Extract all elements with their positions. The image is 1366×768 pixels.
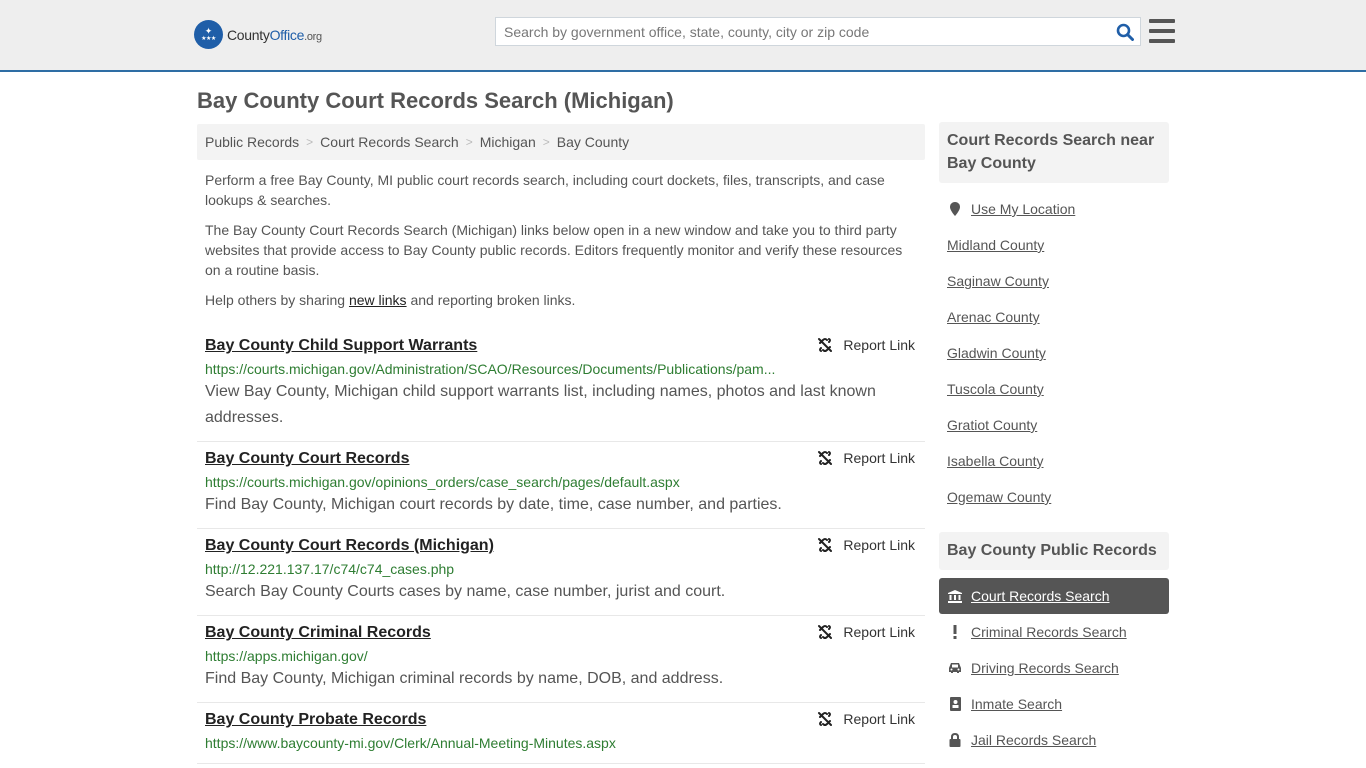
result-description: Find Bay County, Michigan criminal recor… [205, 670, 724, 687]
car-icon [947, 662, 963, 674]
nearby-county-link[interactable]: Gratiot County [947, 417, 1037, 433]
result-url: http://12.221.137.17/c74/c74_cases.php [205, 561, 455, 577]
site-header: ✦ ★★★ CountyOffice.org [0, 0, 1366, 72]
nearby-county-link[interactable]: Tuscola County [947, 381, 1044, 397]
nearby-county-item: Ogemaw County [939, 479, 1169, 515]
logo-eagle-icon: ✦ ★★★ [194, 20, 223, 49]
nearby-county-link[interactable]: Saginaw County [947, 273, 1049, 289]
result-item: Bay County Probate Records Report Link h… [197, 703, 925, 764]
result-title-link[interactable]: Bay County Court Records [205, 449, 409, 469]
result-item: Bay County Court Records (Michigan) Repo… [197, 529, 925, 616]
result-title-link[interactable]: Bay County Criminal Records [205, 623, 431, 643]
result-title-link[interactable]: Bay County Court Records (Michigan) [205, 536, 494, 556]
result-item: Bay County Child Support Warrants Report… [197, 329, 925, 442]
nearby-county-item: Gratiot County [939, 407, 1169, 443]
breadcrumb-separator: > [306, 135, 314, 149]
main-content: Public Records > Court Records Search > … [197, 124, 925, 764]
report-link-button[interactable]: Report Link [817, 711, 915, 727]
report-link-button[interactable]: Report Link [817, 624, 915, 640]
breadcrumb-public-records[interactable]: Public Records [205, 134, 299, 150]
result-url: https://courts.michigan.gov/Administrati… [205, 361, 776, 377]
driving-records-search-link[interactable]: Driving Records Search [971, 660, 1119, 676]
result-url: https://apps.michigan.gov/ [205, 648, 368, 664]
nearby-county-item: Gladwin County [939, 335, 1169, 371]
result-item: Bay County Criminal Records Report Link … [197, 616, 925, 703]
public-records-heading: Bay County Public Records [939, 532, 1169, 570]
result-url: https://courts.michigan.gov/opinions_ord… [205, 474, 680, 490]
nearby-county-link[interactable]: Midland County [947, 237, 1044, 253]
court-records-search-link[interactable]: Court Records Search [971, 588, 1110, 604]
logo-text: CountyOffice.org [227, 26, 322, 43]
broken-link-icon [818, 451, 833, 465]
criminal-records-search-link[interactable]: Criminal Records Search [971, 624, 1127, 640]
search-button[interactable] [1110, 18, 1140, 45]
nearby-county-link[interactable]: Ogemaw County [947, 489, 1051, 505]
intro-paragraph: The Bay County Court Records Search (Mic… [205, 222, 903, 278]
result-description: Find Bay County, Michigan court records … [205, 496, 782, 513]
map-marker-icon [947, 202, 963, 216]
menu-bar [1149, 29, 1175, 33]
nearby-county-item: Midland County [939, 227, 1169, 263]
breadcrumb: Public Records > Court Records Search > … [197, 124, 925, 160]
intro-text: Perform a free Bay County, MI public cou… [197, 170, 925, 310]
broken-link-icon [818, 338, 833, 352]
sidebar-item-court-records-search[interactable]: Court Records Search [939, 578, 1169, 614]
nearby-heading: Court Records Search near Bay County [939, 122, 1169, 183]
id-badge-icon [947, 697, 963, 711]
search-icon [1116, 23, 1134, 41]
nearby-county-item: Arenac County [939, 299, 1169, 335]
nearby-list: Use My Location Midland County Saginaw C… [939, 191, 1169, 515]
report-link-button[interactable]: Report Link [817, 537, 915, 553]
menu-bar [1149, 19, 1175, 23]
courthouse-icon [947, 589, 963, 603]
nearby-county-link[interactable]: Gladwin County [947, 345, 1046, 361]
sidebar: Court Records Search near Bay County Use… [939, 122, 1169, 758]
broken-link-icon [818, 538, 833, 552]
nearby-county-link[interactable]: Arenac County [947, 309, 1040, 325]
menu-bar [1149, 39, 1175, 43]
use-my-location-link[interactable]: Use My Location [971, 201, 1075, 217]
broken-link-icon [818, 712, 833, 726]
nearby-county-item: Isabella County [939, 443, 1169, 479]
share-links-paragraph: Help others by sharing new links and rep… [205, 292, 576, 308]
page-title: Bay County Court Records Search (Michiga… [197, 88, 674, 113]
public-records-list: Court Records Search Criminal Records Se… [939, 578, 1169, 758]
report-link-button[interactable]: Report Link [817, 337, 915, 353]
exclamation-icon [947, 625, 963, 639]
sidebar-item-inmate-search[interactable]: Inmate Search [939, 686, 1169, 722]
jail-records-search-link[interactable]: Jail Records Search [971, 732, 1096, 748]
nearby-county-item: Tuscola County [939, 371, 1169, 407]
result-url: https://www.baycounty-mi.gov/Clerk/Annua… [205, 735, 616, 751]
intro-paragraph: Perform a free Bay County, MI public cou… [205, 172, 885, 208]
nearby-county-link[interactable]: Isabella County [947, 453, 1044, 469]
site-logo[interactable]: ✦ ★★★ CountyOffice.org [194, 20, 322, 49]
breadcrumb-separator: > [465, 135, 473, 149]
breadcrumb-separator: > [542, 135, 550, 149]
use-my-location-item: Use My Location [939, 191, 1169, 227]
search-bar [495, 17, 1141, 46]
search-input[interactable] [496, 18, 1110, 45]
result-item: Bay County Court Records Report Link htt… [197, 442, 925, 529]
result-title-link[interactable]: Bay County Probate Records [205, 710, 426, 730]
nearby-county-item: Saginaw County [939, 263, 1169, 299]
breadcrumb-michigan[interactable]: Michigan [480, 134, 536, 150]
result-description: Search Bay County Courts cases by name, … [205, 583, 726, 600]
report-link-button[interactable]: Report Link [817, 450, 915, 466]
breadcrumb-bay-county[interactable]: Bay County [557, 134, 629, 150]
sidebar-item-criminal-records-search[interactable]: Criminal Records Search [939, 614, 1169, 650]
sidebar-item-jail-records-search[interactable]: Jail Records Search [939, 722, 1169, 758]
lock-icon [947, 733, 963, 747]
hamburger-menu-button[interactable] [1149, 19, 1175, 43]
new-links-link[interactable]: new links [349, 292, 407, 308]
sidebar-item-driving-records-search[interactable]: Driving Records Search [939, 650, 1169, 686]
broken-link-icon [818, 625, 833, 639]
breadcrumb-court-records-search[interactable]: Court Records Search [320, 134, 459, 150]
inmate-search-link[interactable]: Inmate Search [971, 696, 1062, 712]
results-list: Bay County Child Support Warrants Report… [197, 329, 925, 764]
result-description: View Bay County, Michigan child support … [205, 383, 876, 426]
result-title-link[interactable]: Bay County Child Support Warrants [205, 336, 477, 356]
